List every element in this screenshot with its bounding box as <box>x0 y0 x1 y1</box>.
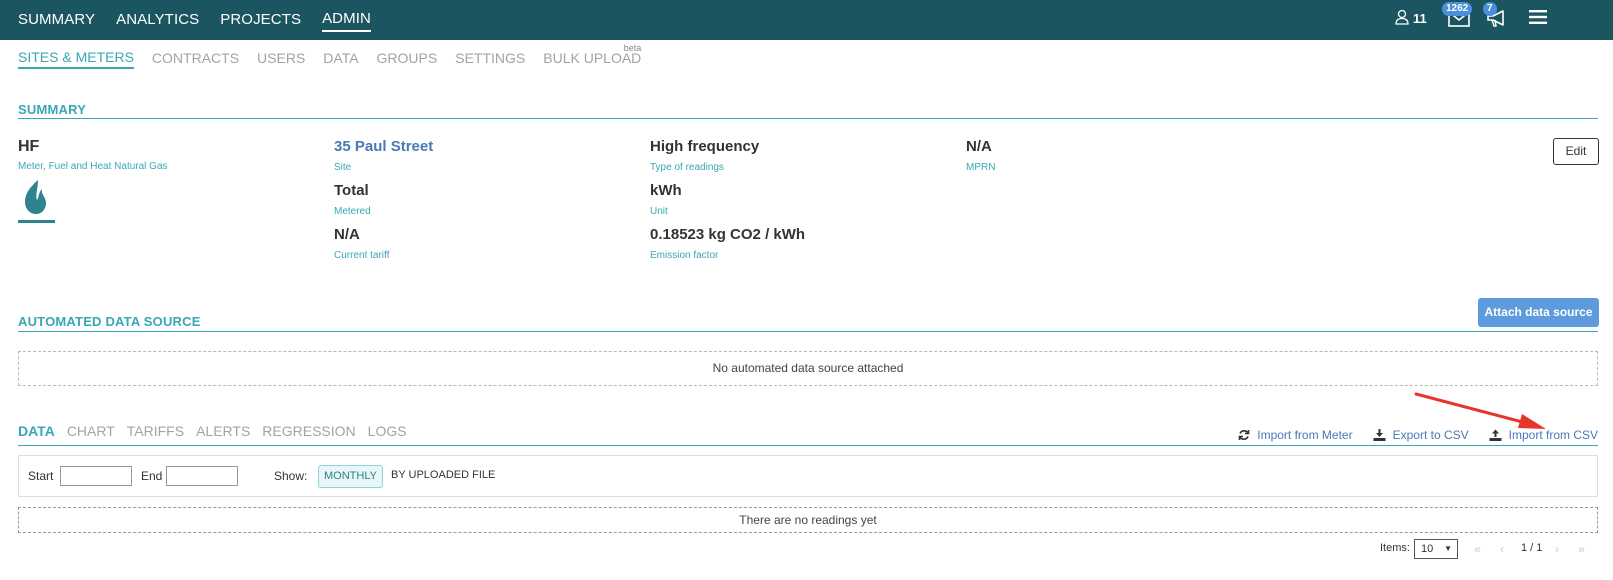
automated-section-title: AUTOMATED DATA SOURCE <box>18 314 201 329</box>
edit-button[interactable]: Edit <box>1553 138 1599 165</box>
tab-regression[interactable]: REGRESSION <box>262 422 355 440</box>
metered-value: Total <box>334 182 369 199</box>
import-from-meter-label: Import from Meter <box>1257 428 1353 442</box>
last-page-button[interactable]: » <box>1578 542 1585 556</box>
previous-page-button[interactable]: ‹ <box>1500 542 1504 556</box>
site-link[interactable]: 35 Paul Street <box>334 138 433 156</box>
tab-data[interactable]: DATA <box>323 48 358 68</box>
emission-field: 0.18523 kg CO2 / kWh Emission factor <box>650 226 805 262</box>
nav-admin[interactable]: ADMIN <box>322 9 371 32</box>
tab-contracts[interactable]: CONTRACTS <box>152 48 239 68</box>
gas-flame-icon <box>18 180 55 223</box>
nav-analytics[interactable]: ANALYTICS <box>116 10 199 30</box>
annotation-arrow-icon <box>1414 392 1546 429</box>
attach-data-source-button[interactable]: Attach data source <box>1478 298 1599 327</box>
admin-subnav: SITES & METERS CONTRACTS USERS DATA GROU… <box>18 43 659 69</box>
tab-settings[interactable]: SETTINGS <box>455 48 525 68</box>
summary-section-title: SUMMARY <box>18 102 87 117</box>
top-navigation-bar: SUMMARY ANALYTICS PROJECTS ADMIN 11 1262… <box>0 0 1613 40</box>
start-label: Start <box>28 469 54 483</box>
unit-value: kWh <box>650 182 682 199</box>
items-per-page-label: Items: <box>1380 542 1410 554</box>
site-field: 35 Paul Street Site <box>334 138 433 174</box>
meter-name-field: HF Meter, Fuel and Heat Natural Gas <box>18 138 168 173</box>
tab-data-readings[interactable]: DATA <box>18 422 55 440</box>
automated-divider <box>18 331 1598 332</box>
next-page-button[interactable]: › <box>1555 542 1559 556</box>
site-label: Site <box>334 162 352 173</box>
show-label: Show: <box>274 469 308 483</box>
main-nav: SUMMARY ANALYTICS PROJECTS ADMIN <box>18 0 392 40</box>
hamburger-icon <box>1529 10 1547 24</box>
end-label: End <box>141 469 163 483</box>
caret-down-icon: ▼ <box>1444 544 1452 553</box>
tab-sites-meters[interactable]: SITES & METERS <box>18 47 134 69</box>
refresh-icon <box>1238 430 1250 440</box>
automated-empty-state: No automated data source attached <box>18 351 1598 386</box>
meter-type: Meter, Fuel and Heat Natural Gas <box>18 161 168 172</box>
data-tabs: DATA CHART TARIFFS ALERTS REGRESSION LOG… <box>18 422 419 440</box>
summary-divider <box>18 118 1598 119</box>
mprn-label: MPRN <box>966 162 996 173</box>
tariff-field: N/A Current tariff <box>334 226 389 262</box>
user-icon <box>1395 9 1409 25</box>
tab-logs[interactable]: LOGS <box>368 422 407 440</box>
import-from-meter-link[interactable]: Import from Meter <box>1238 428 1353 442</box>
nav-projects[interactable]: PROJECTS <box>220 10 301 30</box>
metered-label: Metered <box>334 206 371 217</box>
meter-name: HF <box>18 138 40 155</box>
page-indicator: 1 / 1 <box>1521 542 1543 554</box>
tab-chart[interactable]: CHART <box>67 422 115 440</box>
users-count: 11 <box>1413 11 1427 26</box>
by-uploaded-file-toggle[interactable]: BY UPLOADED FILE <box>391 469 495 481</box>
tab-groups[interactable]: GROUPS <box>377 48 438 68</box>
end-date-input[interactable] <box>166 466 238 486</box>
mprn-field: N/A MPRN <box>966 138 995 174</box>
readings-empty-state: There are no readings yet <box>18 507 1598 533</box>
tab-bulk-upload[interactable]: BULK UPLOAD beta <box>543 43 641 68</box>
data-tabs-divider <box>18 445 1598 446</box>
readings-type-value: High frequency <box>650 138 760 155</box>
emission-label: Emission factor <box>650 250 719 261</box>
monthly-toggle[interactable]: MONTHLY <box>318 465 383 488</box>
mprn-value: N/A <box>966 138 992 155</box>
notifications-badge: 7 <box>1483 2 1497 16</box>
users-indicator[interactable]: 11 <box>1395 6 1445 34</box>
messages-button[interactable]: 1262 <box>1442 2 1479 34</box>
nav-summary[interactable]: SUMMARY <box>18 10 95 30</box>
beta-tag: beta <box>623 43 642 53</box>
start-date-input[interactable] <box>60 466 132 486</box>
mail-badge: 1262 <box>1442 2 1473 16</box>
hamburger-menu-button[interactable] <box>1529 9 1553 31</box>
tariff-label: Current tariff <box>334 250 390 261</box>
emission-value: 0.18523 kg CO2 / kWh <box>650 226 806 243</box>
tab-users[interactable]: USERS <box>257 48 305 68</box>
unit-label: Unit <box>650 206 668 217</box>
download-icon <box>1373 429 1386 441</box>
readings-type-label: Type of readings <box>650 162 724 173</box>
tariff-value: N/A <box>334 226 360 243</box>
notifications-button[interactable]: 7 <box>1483 2 1517 34</box>
tab-alerts[interactable]: ALERTS <box>196 422 250 440</box>
first-page-button[interactable]: « <box>1474 542 1481 556</box>
items-per-page-select[interactable]: 10 ▼ <box>1414 539 1458 559</box>
readings-filter-bar: Start End Show: MONTHLY BY UPLOADED FILE <box>18 455 1598 497</box>
unit-field: kWh Unit <box>650 182 682 218</box>
items-per-page-value: 10 <box>1421 543 1434 555</box>
tab-tariffs[interactable]: TARIFFS <box>127 422 184 440</box>
metered-field: Total Metered <box>334 182 371 218</box>
readings-type-field: High frequency Type of readings <box>650 138 759 174</box>
